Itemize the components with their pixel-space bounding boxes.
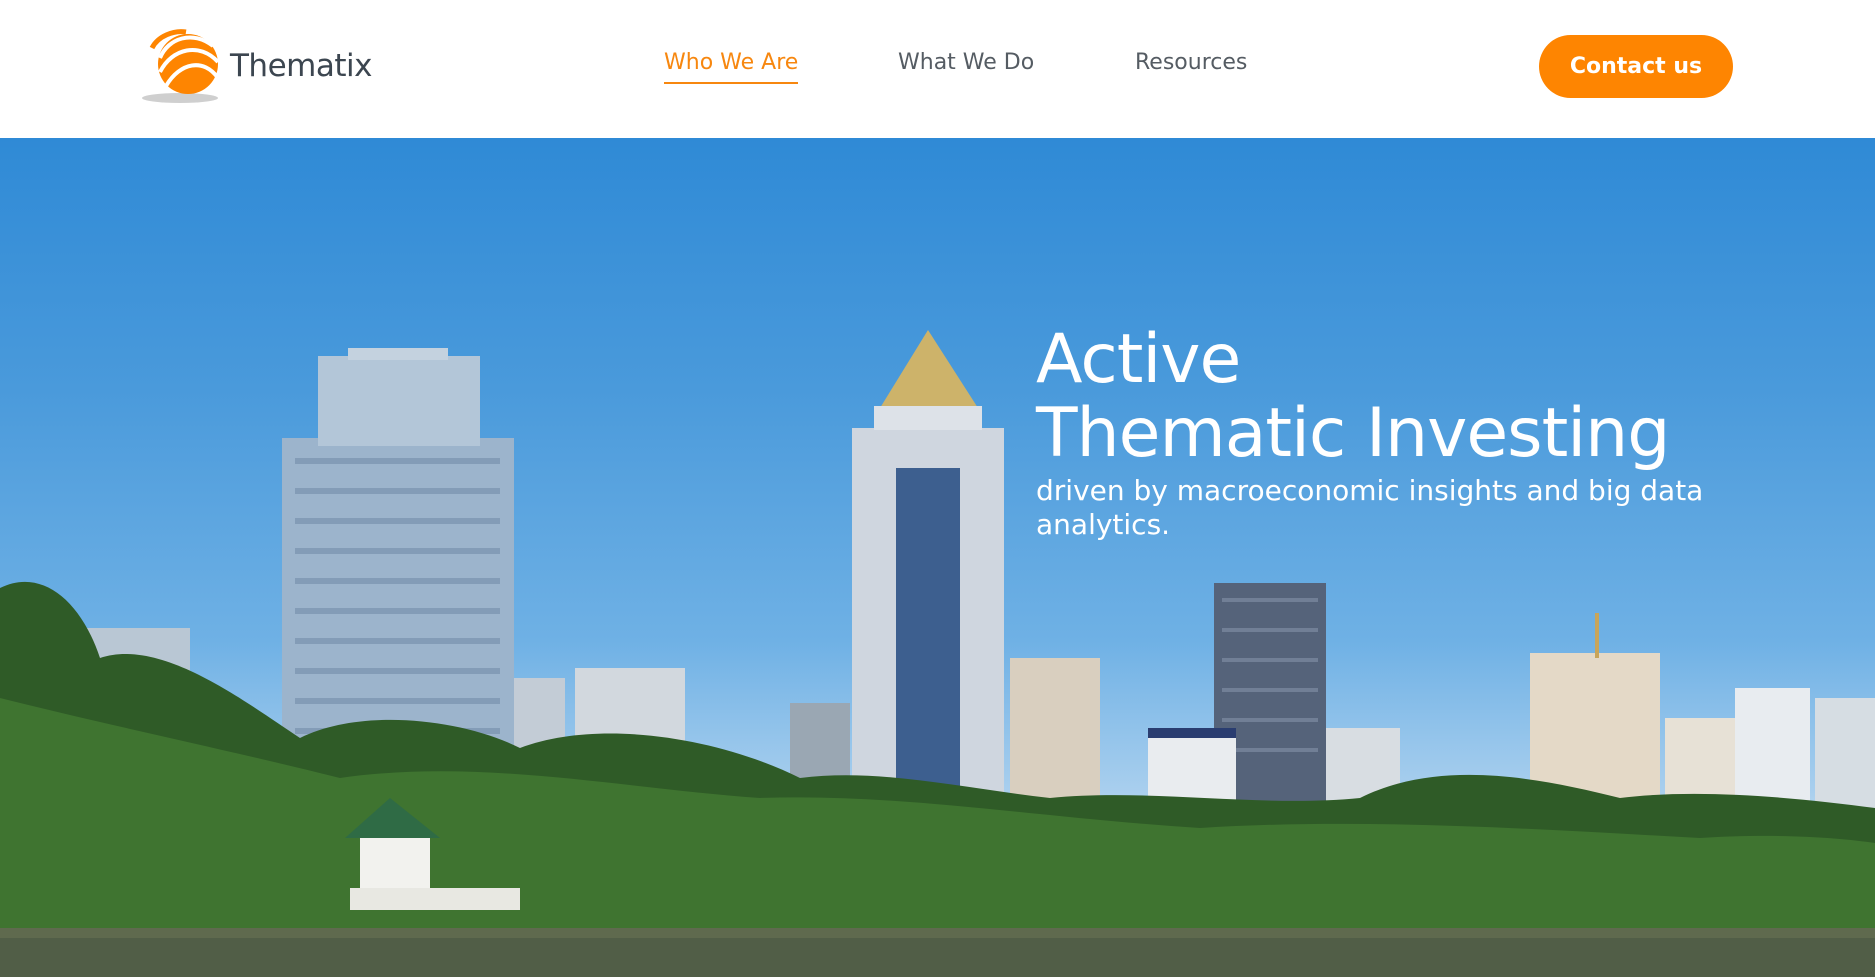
- brand-name: Thematix: [230, 48, 372, 84]
- contact-us-button[interactable]: Contact us: [1539, 35, 1733, 98]
- hero-heading-line1: Active: [1036, 320, 1241, 399]
- nav-item-who-we-are[interactable]: Who We Are: [664, 50, 799, 84]
- hero-banner: Active Thematic Investing driven by macr…: [0, 138, 1875, 977]
- brand-logo[interactable]: Thematix: [138, 28, 378, 106]
- hero-subtitle: driven by macroeconomic insights and big…: [1036, 474, 1704, 541]
- hero-heading-line2: Thematic Investing: [1036, 394, 1670, 473]
- hero-text-block: Active Thematic Investing driven by macr…: [1036, 322, 1796, 542]
- city-skyline-image: [0, 330, 1875, 977]
- nav-item-resources[interactable]: Resources: [1135, 50, 1247, 75]
- logo-sphere-icon: [142, 29, 220, 103]
- site-header: Thematix Who We Are What We Do Resources…: [0, 0, 1875, 138]
- nav-item-what-we-do[interactable]: What We Do: [898, 50, 1034, 75]
